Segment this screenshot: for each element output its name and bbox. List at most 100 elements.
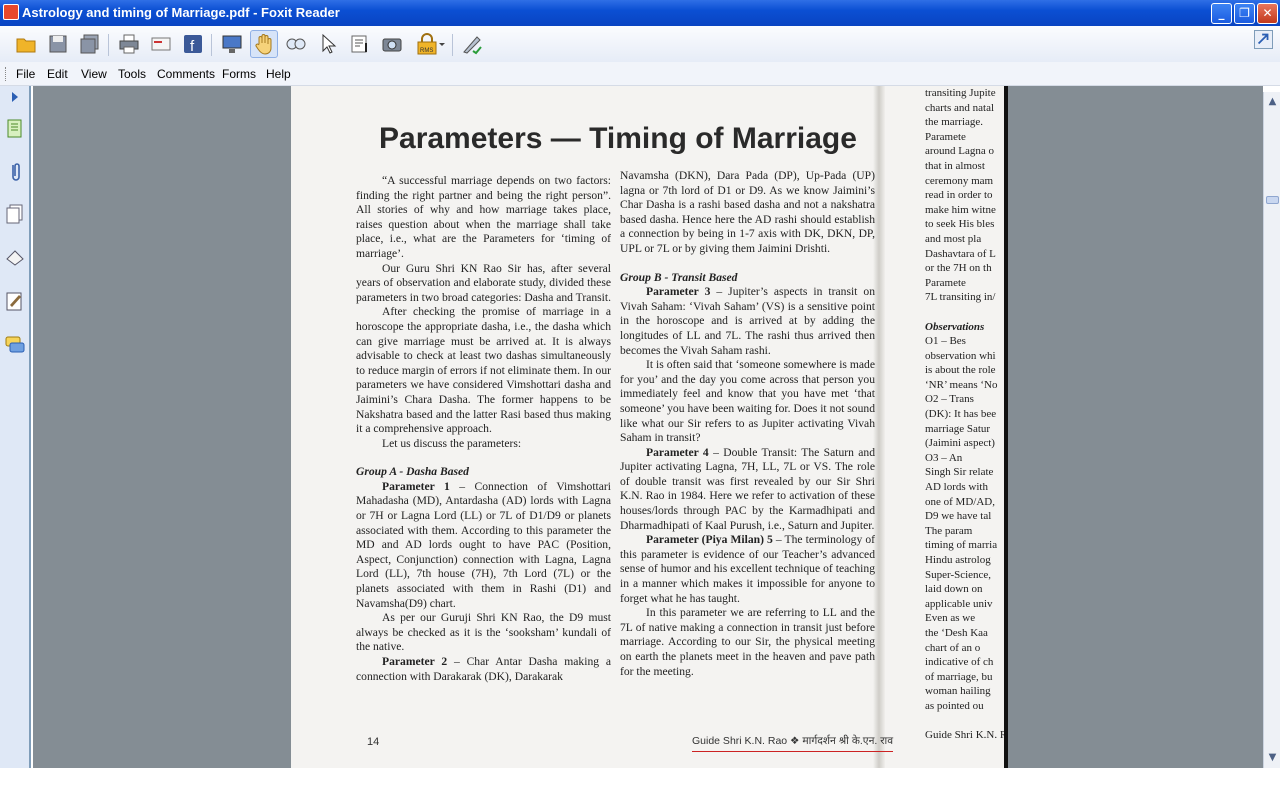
- menu-comments[interactable]: Comments: [157, 67, 215, 81]
- save-icon[interactable]: [44, 30, 72, 58]
- select-cursor-icon[interactable]: [314, 30, 342, 58]
- parameter-label: Parameter 4: [646, 445, 709, 459]
- cropped-text-line: of marriage, bu: [925, 670, 993, 683]
- paragraph: Let us discuss the parameters:: [356, 437, 611, 452]
- status-area: [0, 768, 1280, 800]
- cropped-text-line: Singh Sir relate: [925, 466, 994, 479]
- open-folder-icon[interactable]: [12, 30, 40, 58]
- cropped-text-line: marriage Satur: [925, 422, 991, 435]
- paragraph: Parameter 4 – Double Transit: The Saturn…: [620, 446, 875, 534]
- parameter-label: Parameter 3: [646, 285, 711, 299]
- cropped-text-line: The param: [925, 524, 973, 537]
- cropped-text-line: the marriage.: [925, 116, 984, 129]
- comments-icon[interactable]: [3, 332, 27, 358]
- svg-text:RMS: RMS: [420, 48, 433, 54]
- document-workspace[interactable]: Parameters — Timing of Marriage “A succe…: [33, 86, 1263, 768]
- menu-view[interactable]: View: [81, 67, 107, 81]
- rms-lock-icon[interactable]: RMS: [412, 30, 448, 58]
- zoom-loupe-icon[interactable]: [282, 30, 310, 58]
- menu-tools[interactable]: Tools: [118, 67, 146, 81]
- cropped-text-line: the ‘Desh Kaa: [925, 626, 988, 639]
- parameter-label: Parameter 1: [382, 479, 450, 493]
- expand-panel-icon[interactable]: [3, 88, 27, 106]
- paragraph-text: Our Guru Shri KN Rao Sir has, after seve…: [356, 261, 611, 304]
- scroll-thumb[interactable]: [1266, 196, 1279, 204]
- pdf-page[interactable]: Parameters — Timing of Marriage “A succe…: [291, 86, 1008, 768]
- cropped-text-line: Guide Shri K.N. R: [925, 729, 1005, 742]
- paragraph: “A successful marriage depends on two fa…: [356, 174, 611, 262]
- cropped-text-line: chart of an o: [925, 641, 981, 654]
- snapshot-icon[interactable]: [378, 30, 406, 58]
- page-title: Parameters — Timing of Marriage: [379, 122, 857, 155]
- paragraph: As per our Guruji Shri KN Rao, the D9 mu…: [356, 611, 611, 655]
- scroll-up-icon[interactable]: ▲: [1265, 94, 1280, 109]
- paragraph: Parameter 3 – Jupiter’s aspects in trans…: [620, 285, 875, 358]
- text-select-icon[interactable]: [346, 30, 374, 58]
- cropped-text-line: AD lords with: [925, 481, 988, 494]
- bookmarks-icon[interactable]: [3, 245, 27, 271]
- cropped-text-line: Hindu astrolog: [925, 554, 991, 566]
- cropped-text-line: Paramete: [925, 130, 966, 143]
- toolbar-separator: [211, 34, 212, 56]
- foxit-app-icon[interactable]: [3, 4, 19, 20]
- cropped-text-line: is about the role: [925, 364, 996, 377]
- print-icon[interactable]: [115, 30, 143, 58]
- menubar-grip: [5, 67, 7, 81]
- maximize-button[interactable]: ❐: [1234, 3, 1255, 24]
- sign-icon[interactable]: [458, 30, 486, 58]
- cropped-text-line: one of MD/AD,: [925, 495, 995, 508]
- paragraph: After checking the promise of marriage i…: [356, 305, 611, 436]
- cropped-text-line: Paramete: [925, 276, 966, 289]
- facebook-icon[interactable]: f: [179, 30, 207, 58]
- paragraph-text: Group B - Transit Based: [620, 270, 738, 284]
- navigation-panel: [0, 86, 31, 768]
- attachments-icon[interactable]: [3, 159, 27, 185]
- cropped-text-line: or the 7H on th: [925, 262, 992, 275]
- cropped-text-line: O3 – An: [925, 451, 963, 464]
- restore-pane-icon: [1257, 33, 1269, 45]
- paragraph: Parameter 1 – Connection of Vimshottari …: [356, 480, 611, 611]
- cropped-text-line: (DK): It has bee: [925, 408, 997, 421]
- cropped-text-line: laid down on: [925, 583, 983, 596]
- cropped-text-line: O1 – Bes: [925, 335, 966, 348]
- email-icon[interactable]: [147, 30, 175, 58]
- cropped-text-line: ‘NR’ means ‘No: [925, 378, 998, 391]
- cropped-text-line: [925, 714, 1005, 729]
- parameter-label: Parameter 2: [382, 655, 448, 668]
- paragraph-text: – Connection of Vimshottari Mahadasha (M…: [356, 479, 612, 610]
- cropped-text-line: timing of marria: [925, 539, 998, 552]
- text-column-middle: Navamsha (DKN), Dara Pada (DP), Up-Pada …: [620, 169, 875, 679]
- paragraph-text: Navamsha (DKN), Dara Pada (DP), Up-Pada …: [620, 169, 875, 255]
- scroll-down-icon[interactable]: ▼: [1265, 750, 1280, 765]
- paragraph-text: It is often said that ‘someone somewhere…: [620, 358, 875, 445]
- vertical-scrollbar[interactable]: ▲ ▼: [1263, 92, 1280, 768]
- layers-icon[interactable]: [3, 201, 27, 227]
- page-edge: [1004, 86, 1008, 768]
- cropped-text-line: charts and natal: [925, 101, 995, 114]
- menu-edit[interactable]: Edit: [47, 67, 68, 81]
- cropped-text-line: O2 – Trans: [925, 393, 974, 406]
- cropped-text-line: applicable univ: [925, 597, 993, 610]
- cropped-text-line: indicative of ch: [925, 656, 994, 669]
- menu-file[interactable]: File: [16, 67, 35, 81]
- pages-icon[interactable]: [3, 116, 27, 142]
- page-number: 14: [367, 736, 380, 748]
- text-column-left: “A successful marriage depends on two fa…: [356, 174, 611, 684]
- title-bar: Astrology and timing of Marriage.pdf - F…: [0, 0, 1280, 26]
- restore-pane-button[interactable]: [1254, 30, 1273, 49]
- paragraph: Our Guru Shri KN Rao Sir has, after seve…: [356, 262, 611, 306]
- save-all-icon[interactable]: [76, 30, 104, 58]
- minimize-button[interactable]: _: [1211, 3, 1232, 24]
- close-button[interactable]: ✕: [1257, 3, 1278, 24]
- menu-bar: File Edit View Tools Comments Forms Help: [0, 62, 1280, 86]
- paragraph-text: After checking the promise of marriage i…: [356, 305, 611, 436]
- cropped-text-line: around Lagna o: [925, 145, 995, 158]
- signatures-icon[interactable]: [3, 288, 27, 314]
- menu-forms[interactable]: Forms: [222, 67, 256, 81]
- fullscreen-icon[interactable]: [218, 30, 246, 58]
- cropped-text-line: 7L transiting in/: [925, 291, 996, 304]
- paragraph: Navamsha (DKN), Dara Pada (DP), Up-Pada …: [620, 169, 875, 257]
- paragraph-text: “A successful marriage depends on two fa…: [356, 174, 611, 260]
- hand-tool-icon[interactable]: [250, 30, 278, 58]
- menu-help[interactable]: Help: [266, 67, 291, 81]
